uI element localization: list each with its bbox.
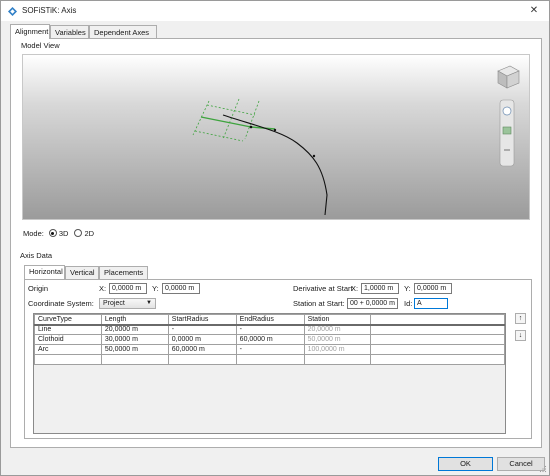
table-row[interactable]: Clothoid 30,0000 m 0,0000 m 60,0000 m 50… [34, 334, 505, 345]
table-row[interactable]: Arc 50,0000 m 60,0000 m - 100,0000 m [34, 344, 505, 355]
column-header[interactable]: StartRadius [167, 314, 237, 326]
alignment-panel: Model View Mode: 3D 2D Axis Data Horizon… [10, 38, 542, 448]
column-header[interactable]: EndRadius [235, 314, 305, 326]
coordinate-system-value: Project [103, 300, 125, 307]
column-header[interactable]: Length [100, 314, 169, 326]
move-up-button[interactable]: ↑ [515, 313, 526, 324]
column-header[interactable]: Station [303, 314, 372, 326]
table-cell[interactable]: Arc [34, 344, 102, 355]
tab-vertical[interactable]: Vertical [65, 266, 99, 279]
tab-placements[interactable]: Placements [99, 266, 148, 279]
table-row-new[interactable] [34, 354, 505, 365]
axis-data-label: Axis Data [20, 251, 53, 260]
table-cell[interactable] [100, 354, 169, 365]
steering-wheel-icon [502, 106, 512, 116]
table-cell[interactable]: 0,0000 m [167, 334, 237, 345]
table-cell: 100,0000 m [303, 344, 372, 355]
table-cell[interactable]: - [235, 324, 305, 335]
origin-x-input[interactable]: 0,0000 m [109, 283, 147, 294]
mode-3d-label[interactable]: 3D [59, 229, 69, 238]
chevron-down-icon: ▼ [146, 300, 152, 306]
station-start-input[interactable]: 00 + 0,0000 m [347, 298, 398, 309]
derivative-y-label: Y: [404, 284, 411, 293]
curve-table: CurveType Length StartRadius EndRadius S… [33, 313, 506, 434]
move-down-button[interactable]: ↓ [515, 330, 526, 341]
derivative-x-input[interactable]: 1,0000 m [361, 283, 399, 294]
horizontal-panel: Origin X: 0,0000 m Y: 0,0000 m Derivativ… [24, 279, 532, 439]
station-id-label: Id: [404, 299, 413, 308]
coordinate-system-select[interactable]: Project ▼ [99, 298, 156, 309]
column-header[interactable]: CurveType [34, 314, 102, 326]
navigation-bar[interactable] [499, 99, 515, 167]
table-cell[interactable]: 50,0000 m [100, 344, 169, 355]
table-cell[interactable]: 30,0000 m [100, 334, 169, 345]
table-cell[interactable]: 60,0000 m [235, 334, 305, 345]
tab-dependent-axes[interactable]: Dependent Axes [89, 25, 157, 39]
table-cell-filler [370, 344, 505, 355]
model-view-label: Model View [21, 41, 60, 50]
sofistik-app-icon [8, 7, 17, 16]
resize-grip-icon[interactable] [539, 465, 547, 473]
table-cell[interactable]: Clothoid [34, 334, 102, 345]
derivative-y-input[interactable]: 0,0000 m [414, 283, 452, 294]
table-header-row: CurveType Length StartRadius EndRadius S… [34, 314, 505, 326]
table-cell[interactable] [235, 354, 305, 365]
mode-3d-radio[interactable] [48, 229, 57, 237]
axis-dialog: SOFiSTiK: Axis ✕ Alignment Variables Dep… [0, 0, 550, 476]
derivative-x-label: X: [351, 284, 359, 293]
table-cell: 20,0000 m [303, 324, 372, 335]
axis-3d-view [192, 65, 520, 216]
table-cell-filler [370, 324, 505, 335]
origin-label: Origin [28, 284, 49, 293]
close-icon[interactable]: ✕ [519, 1, 549, 21]
table-row[interactable]: Line 20,0000 m - - 20,0000 m [34, 324, 505, 335]
station-start-label: Station at Start: [293, 299, 345, 308]
table-cell: 50,0000 m [303, 334, 372, 345]
table-cell[interactable] [303, 354, 372, 365]
table-cell[interactable] [167, 354, 237, 365]
tab-alignment[interactable]: Alignment [10, 24, 50, 39]
table-cell[interactable] [34, 354, 102, 365]
model-view-canvas[interactable] [22, 54, 530, 220]
cancel-button[interactable]: Cancel [497, 457, 545, 471]
origin-y-input[interactable]: 0,0000 m [162, 283, 200, 294]
derivative-label: Derivative at Start [293, 284, 353, 293]
viewcube-icon[interactable] [497, 65, 520, 89]
mode-selector: Mode: 3D 2D [23, 227, 94, 239]
mode-label: Mode: [23, 228, 44, 238]
tab-variables[interactable]: Variables [50, 25, 89, 39]
ok-button[interactable]: OK [438, 457, 493, 471]
table-cell[interactable]: - [167, 324, 237, 335]
origin-y-label: Y: [152, 284, 159, 293]
origin-x-label: X: [99, 284, 107, 293]
mode-2d-label[interactable]: 2D [84, 229, 94, 238]
column-header-filler [370, 314, 505, 326]
window-title: SOFiSTiK: Axis [22, 6, 77, 15]
table-cell[interactable]: Line [34, 324, 102, 335]
table-cell[interactable]: 60,0000 m [167, 344, 237, 355]
zoom-extents-icon [502, 126, 512, 135]
coordinate-system-label: Coordinate System: [28, 299, 94, 308]
table-cell[interactable]: 20,0000 m [100, 324, 169, 335]
table-cell-filler [370, 334, 505, 345]
mode-2d-radio[interactable] [74, 229, 83, 237]
table-cell-filler [370, 354, 505, 365]
station-id-input[interactable]: A [414, 298, 448, 309]
table-cell[interactable]: - [235, 344, 305, 355]
title-bar: SOFiSTiK: Axis ✕ [1, 1, 549, 21]
tab-horizontal[interactable]: Horizontal [24, 265, 65, 279]
